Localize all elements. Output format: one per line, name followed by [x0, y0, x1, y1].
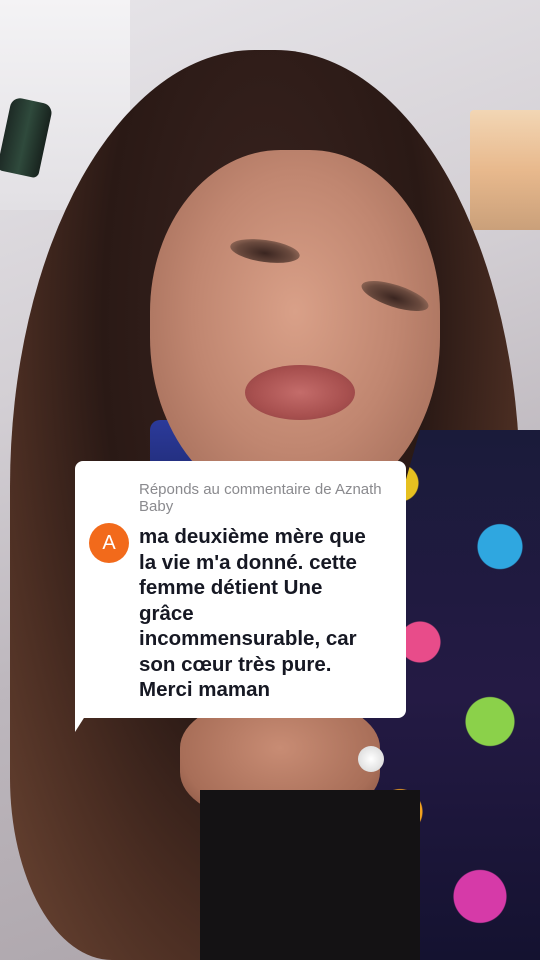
- lips: [245, 365, 355, 420]
- right-eye: [358, 274, 432, 318]
- wall-poster: [470, 110, 540, 230]
- face: [150, 150, 440, 510]
- left-eye: [228, 235, 302, 267]
- shirt-button: [358, 746, 384, 772]
- commenter-avatar: A: [89, 523, 129, 563]
- black-top: [200, 790, 420, 960]
- comment-text: ma deuxième mère que la vie m'a donné. c…: [139, 525, 366, 701]
- reply-header: Réponds au commentaire de Aznath Baby: [139, 481, 382, 515]
- reply-comment-card[interactable]: Réponds au commentaire de Aznath Baby A …: [75, 461, 406, 718]
